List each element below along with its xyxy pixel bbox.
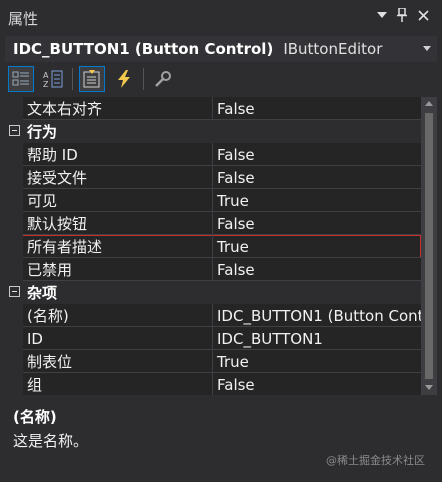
pin-icon[interactable]: [393, 6, 411, 24]
row-gutter: [5, 327, 23, 350]
property-name: ID: [27, 329, 43, 348]
property-row[interactable]: 组 False: [5, 373, 421, 395]
description-text: 这是名称。: [13, 432, 89, 450]
property-name: 帮助 ID: [27, 146, 78, 164]
column-divider[interactable]: [212, 143, 213, 166]
column-divider[interactable]: [212, 212, 213, 235]
alphabetical-icon[interactable]: A Z: [40, 66, 66, 92]
collapse-icon[interactable]: [9, 286, 20, 297]
property-row[interactable]: 默认按钮 False: [5, 212, 421, 235]
row-gutter: [5, 143, 23, 166]
property-value[interactable]: False: [217, 146, 255, 164]
categorized-icon[interactable]: [8, 66, 34, 92]
row-gutter: [5, 189, 23, 212]
panel-title: 属性: [8, 10, 39, 28]
svg-text:Z: Z: [43, 80, 49, 88]
column-divider[interactable]: [212, 235, 213, 258]
row-gutter: [5, 350, 23, 373]
scroll-thumb[interactable]: [425, 113, 433, 379]
svg-text:A: A: [43, 71, 49, 80]
property-row[interactable]: (名称) IDC_BUTTON1 (Button Cont: [5, 304, 421, 327]
property-row[interactable]: 文本右对齐 False: [5, 97, 421, 120]
row-gutter: [5, 166, 23, 189]
property-row[interactable]: 已禁用 False: [5, 258, 421, 281]
property-name: 已禁用: [27, 261, 73, 279]
category-name: 杂项: [27, 284, 58, 302]
close-icon[interactable]: [414, 6, 432, 24]
row-gutter: [5, 212, 23, 235]
property-value[interactable]: IDC_BUTTON1: [217, 330, 323, 348]
property-value[interactable]: True: [217, 238, 249, 256]
column-divider[interactable]: [212, 304, 213, 327]
column-divider[interactable]: [212, 350, 213, 373]
property-value[interactable]: False: [217, 261, 255, 279]
description-pane: (名称) 这是名称。 @稀土掘金技术社区: [5, 398, 437, 482]
properties-icon[interactable]: [79, 66, 105, 92]
category-name: 行为: [27, 123, 58, 141]
property-row[interactable]: 接受文件 False: [5, 166, 421, 189]
row-gutter: [5, 373, 23, 395]
row-gutter: [5, 97, 23, 120]
property-name: 文本右对齐: [27, 100, 103, 118]
toolbar-separator: [72, 68, 73, 90]
scroll-down-icon[interactable]: [425, 385, 433, 390]
property-pages-icon[interactable]: [150, 66, 176, 92]
toolbar-separator: [143, 68, 144, 90]
scroll-up-icon[interactable]: [425, 101, 433, 106]
panel-titlebar: 属性: [0, 0, 442, 31]
property-name: 制表位: [27, 353, 73, 371]
property-value[interactable]: IDC_BUTTON1 (Button Cont: [217, 307, 421, 325]
row-gutter: [5, 235, 23, 258]
description-title: (名称): [13, 408, 57, 426]
category-row[interactable]: 行为: [5, 120, 421, 143]
events-icon[interactable]: [111, 66, 137, 92]
property-value[interactable]: False: [217, 215, 255, 233]
row-gutter: [5, 258, 23, 281]
column-divider[interactable]: [212, 166, 213, 189]
property-row[interactable]: 制表位 True: [5, 350, 421, 373]
column-divider[interactable]: [212, 189, 213, 212]
property-value[interactable]: True: [217, 192, 249, 210]
row-gutter: [5, 304, 23, 327]
property-name: 所有者描述: [27, 238, 103, 256]
vertical-scrollbar[interactable]: [421, 97, 437, 395]
property-row[interactable]: 可见 True: [5, 189, 421, 212]
property-grid: 文本右对齐 False 行为帮助 ID False 接受文件 False 可见 True 默认按…: [5, 97, 421, 395]
category-row[interactable]: 杂项: [5, 281, 421, 304]
property-value[interactable]: False: [217, 169, 255, 187]
toolbar: A Z: [8, 65, 438, 93]
property-name: 组: [27, 376, 43, 394]
object-type: IButtonEditor: [283, 40, 383, 58]
column-divider[interactable]: [212, 327, 213, 350]
property-value[interactable]: False: [217, 376, 255, 394]
property-value[interactable]: False: [217, 100, 255, 118]
column-divider[interactable]: [212, 373, 213, 395]
property-name: 接受文件: [27, 169, 88, 187]
property-row[interactable]: 所有者描述 True: [5, 235, 421, 258]
watermark: @稀土掘金技术社区: [326, 454, 425, 467]
window-menu-icon[interactable]: [373, 6, 391, 24]
object-selector[interactable]: IDC_BUTTON1 (Button Control) IButtonEdit…: [5, 36, 437, 62]
collapse-icon[interactable]: [9, 125, 20, 136]
chevron-down-icon[interactable]: [423, 46, 431, 51]
property-name: 默认按钮: [27, 215, 88, 233]
property-name: 可见: [27, 192, 58, 210]
column-divider[interactable]: [212, 97, 213, 120]
property-row[interactable]: ID IDC_BUTTON1: [5, 327, 421, 350]
property-row[interactable]: 帮助 ID False: [5, 143, 421, 166]
property-value[interactable]: True: [217, 353, 249, 371]
column-divider[interactable]: [212, 258, 213, 281]
property-name: (名称): [27, 307, 69, 325]
object-name: IDC_BUTTON1 (Button Control): [13, 40, 274, 58]
